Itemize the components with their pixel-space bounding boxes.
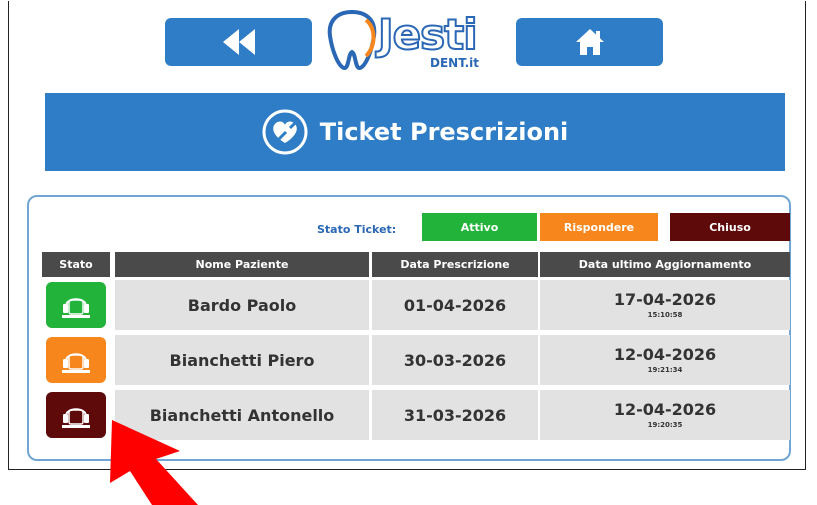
table-row-status: [42, 280, 110, 330]
home-icon: [575, 29, 604, 55]
headset-icon: [62, 353, 90, 373]
back-button[interactable]: [165, 18, 312, 66]
legend-chiuso: Chiuso: [670, 213, 790, 241]
update-date-cell: 12-04-2026 19:20:35: [540, 390, 790, 440]
rewind-icon: [222, 29, 255, 55]
status-button[interactable]: [46, 282, 106, 328]
update-time: 19:20:35: [647, 421, 683, 429]
update-time: 19:21:34: [647, 366, 683, 374]
update-date-cell: 17-04-2026 15:10:58: [540, 280, 790, 330]
update-date: 12-04-2026: [613, 400, 717, 419]
column-header-nome: Nome Paziente: [115, 252, 369, 277]
patient-name[interactable]: Bardo Paolo: [115, 280, 369, 330]
status-button[interactable]: [46, 337, 106, 383]
prescription-date: 30-03-2026: [372, 335, 538, 385]
prescription-date: 31-03-2026: [372, 390, 538, 440]
column-header-stato: Stato: [42, 252, 110, 277]
update-time: 15:10:58: [647, 311, 683, 319]
update-date: 17-04-2026: [613, 290, 717, 309]
red-arrow-icon: [110, 420, 198, 505]
update-date-cell: 12-04-2026 19:21:34: [540, 335, 790, 385]
tooth-logo-icon: [327, 9, 377, 70]
legend-attivo: Attivo: [422, 213, 537, 241]
legend-label: Stato Ticket:: [317, 223, 397, 236]
logo-text: Jesti: [377, 9, 479, 60]
prescription-date: 01-04-2026: [372, 280, 538, 330]
jestident-logo: Jesti DENT.it: [322, 4, 512, 84]
column-header-data-aggiornamento: Data ultimo Aggiornamento: [540, 252, 790, 277]
headset-icon: [62, 298, 90, 318]
page-title: Ticket Prescrizioni: [319, 118, 569, 146]
heart-wrench-icon: [262, 109, 308, 155]
table-row-status: [42, 335, 110, 385]
home-button[interactable]: [516, 18, 663, 66]
patient-name[interactable]: Bianchetti Piero: [115, 335, 369, 385]
logo-subtext: DENT.it: [430, 56, 479, 70]
page-banner: Ticket Prescrizioni: [45, 93, 785, 171]
column-header-data-prescrizione: Data Prescrizione: [372, 252, 538, 277]
legend-rispondere: Rispondere: [540, 213, 658, 241]
update-date: 12-04-2026: [613, 345, 717, 364]
